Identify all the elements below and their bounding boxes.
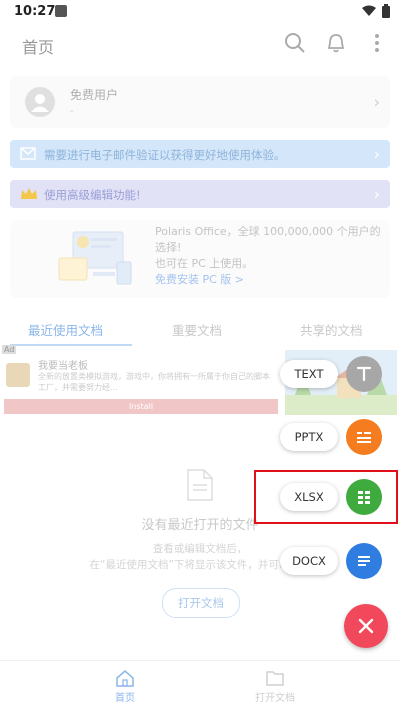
bottom-navigation: 首页 打开文档 (0, 660, 400, 713)
user-subtitle: - (70, 106, 74, 117)
open-document-button[interactable]: 打开文档 (162, 588, 240, 618)
premium-banner[interactable]: 使用高级编辑功能! › (10, 180, 390, 208)
ad-install-button[interactable]: Install (4, 399, 278, 414)
nav-open-document-label: 打开文档 (255, 693, 295, 704)
app-header: 首页 (0, 24, 400, 66)
banner-text: 使用高级编辑功能! (44, 188, 141, 202)
chevron-right-icon: › (373, 144, 380, 164)
docx-label[interactable]: DOCX (280, 547, 338, 575)
wifi-icon (362, 5, 376, 16)
presentation-icon (357, 432, 371, 443)
nav-home[interactable]: 首页 (75, 669, 175, 704)
page-title: 首页 (22, 38, 55, 57)
devices-illustration (58, 231, 132, 285)
banner-text: 需要进行电子邮件验证以获得更好地使用体验。 (44, 148, 286, 162)
battery-icon (382, 4, 390, 18)
promo-line-2: 也可在 PC 上使用。 (155, 257, 254, 270)
crown-icon (21, 188, 37, 199)
ad-banner[interactable]: Ad 我要当老板 全新的放置类模拟游戏，游戏中，你将拥有一所属于你自己的脚本工厂… (2, 345, 280, 415)
tab-important[interactable]: 重要文档 (172, 320, 222, 339)
document-tabs: 最近使用文档 重要文档 共享的文档 (0, 316, 400, 346)
email-verify-banner[interactable]: 需要进行电子邮件验证以获得更好地使用体验。 › (10, 140, 390, 168)
person-icon (31, 94, 49, 112)
ad-description: 全新的放置类模拟游戏，游戏中，你将拥有一所属于你自己的脚本工厂，并需要努力经..… (38, 372, 270, 392)
install-pc-link[interactable]: 免费安装 PC 版 > (155, 272, 385, 288)
ad-label: Ad (2, 345, 17, 354)
avatar (25, 87, 55, 117)
tab-shared[interactable]: 共享的文档 (300, 320, 363, 339)
notification-icon (55, 5, 67, 17)
tab-recent[interactable]: 最近使用文档 (28, 320, 103, 339)
close-icon (358, 618, 374, 634)
nav-home-label: 首页 (115, 693, 135, 704)
status-bar: 10:27 (0, 0, 400, 24)
document-icon (187, 469, 213, 501)
bell-icon[interactable] (325, 32, 347, 54)
chevron-right-icon: › (373, 92, 380, 112)
pptx-label[interactable]: PPTX (280, 423, 338, 451)
document-lines-icon (358, 556, 370, 566)
more-vert-icon[interactable] (366, 32, 388, 54)
chevron-right-icon: › (373, 184, 380, 204)
mail-icon (20, 147, 36, 160)
new-docx-button[interactable] (346, 543, 382, 579)
close-fab-button[interactable] (344, 604, 388, 648)
ad-title: 我要当老板 (38, 361, 88, 372)
new-text-button[interactable] (346, 356, 382, 392)
nav-open-document[interactable]: 打开文档 (225, 669, 325, 704)
pc-promo-card[interactable]: Polaris Office，全球 100,000,000 个用户的选择! 也可… (10, 220, 390, 298)
text-label[interactable]: TEXT (280, 360, 338, 388)
status-time: 10:27 (14, 4, 56, 19)
home-icon (116, 670, 134, 687)
ad-app-icon (6, 363, 30, 387)
user-name: 免费用户 (70, 88, 119, 102)
text-t-icon (356, 366, 372, 382)
folder-icon (266, 671, 284, 686)
search-icon[interactable] (284, 32, 306, 54)
promo-line-1: Polaris Office，全球 100,000,000 个用户的选择! (155, 225, 381, 254)
new-pptx-button[interactable] (346, 419, 382, 455)
xlsx-highlight-box (254, 470, 398, 524)
user-card[interactable]: 免费用户 - › (10, 76, 390, 128)
